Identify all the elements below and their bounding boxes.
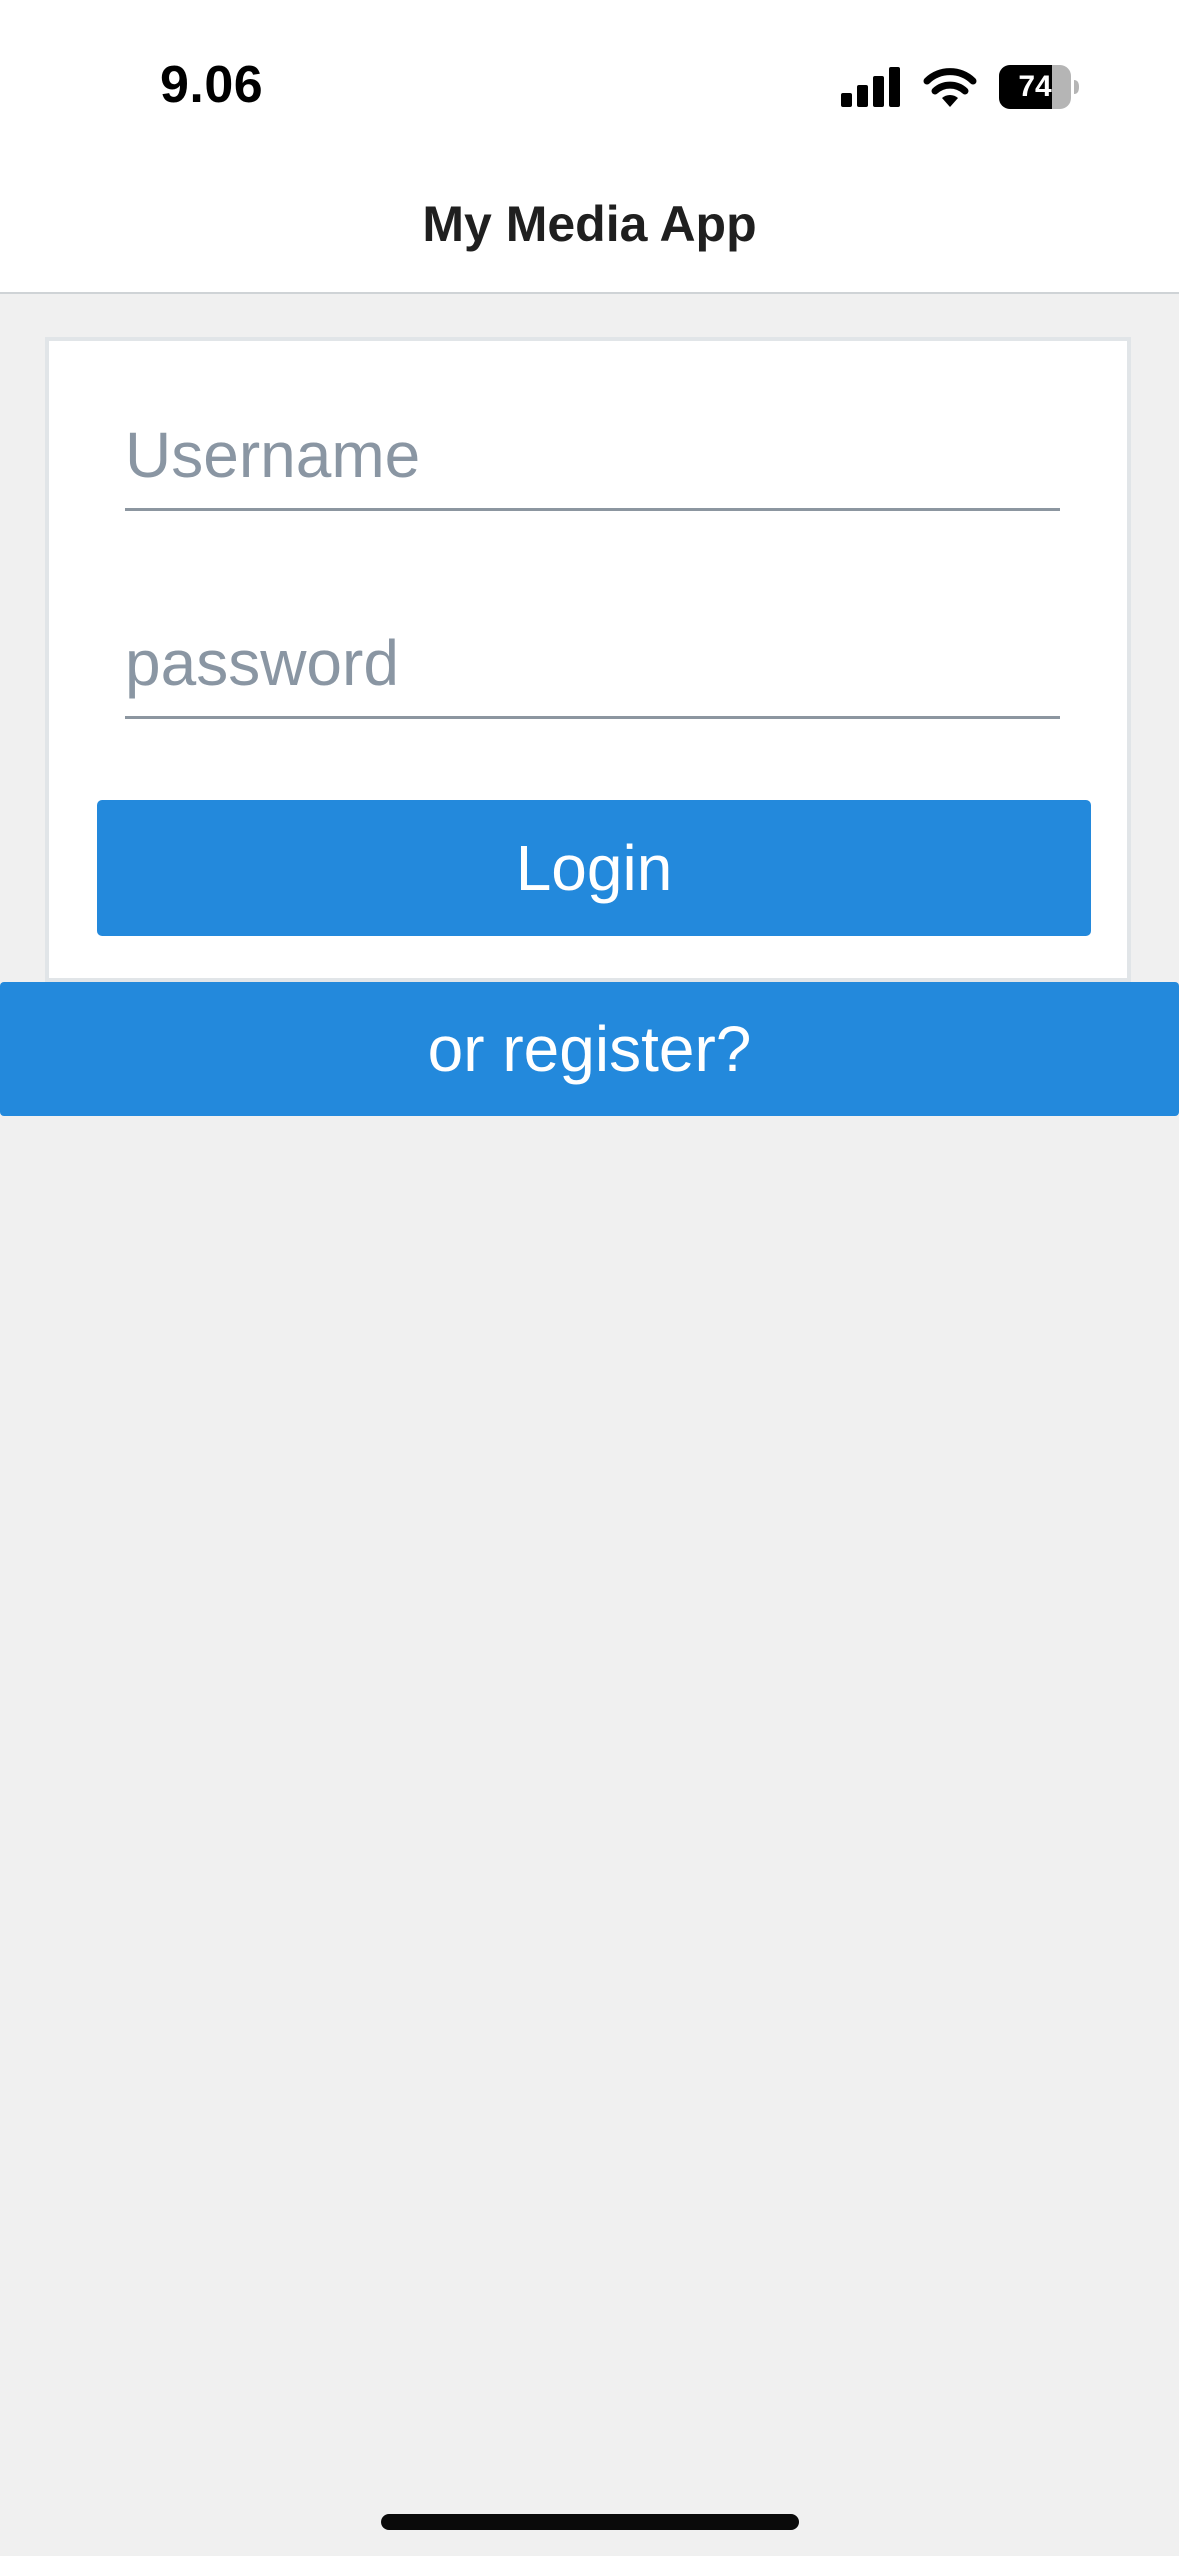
page-title: My Media App [422,196,757,252]
top-bar: 9.06 74 My Media App [0,0,1179,294]
battery-level: 74 [1018,70,1052,103]
wifi-icon [923,68,977,107]
username-input[interactable] [125,401,1060,511]
status-time: 9.06 [160,56,264,114]
login-button[interactable]: Login [97,800,1091,936]
password-input[interactable] [125,609,1060,719]
signal-icon [841,67,900,107]
home-indicator[interactable] [381,2514,799,2530]
login-card: Login [45,337,1131,982]
status-icons: 74 [841,62,1079,112]
battery-icon: 74 [999,65,1079,109]
register-button[interactable]: or register? [0,982,1179,1116]
